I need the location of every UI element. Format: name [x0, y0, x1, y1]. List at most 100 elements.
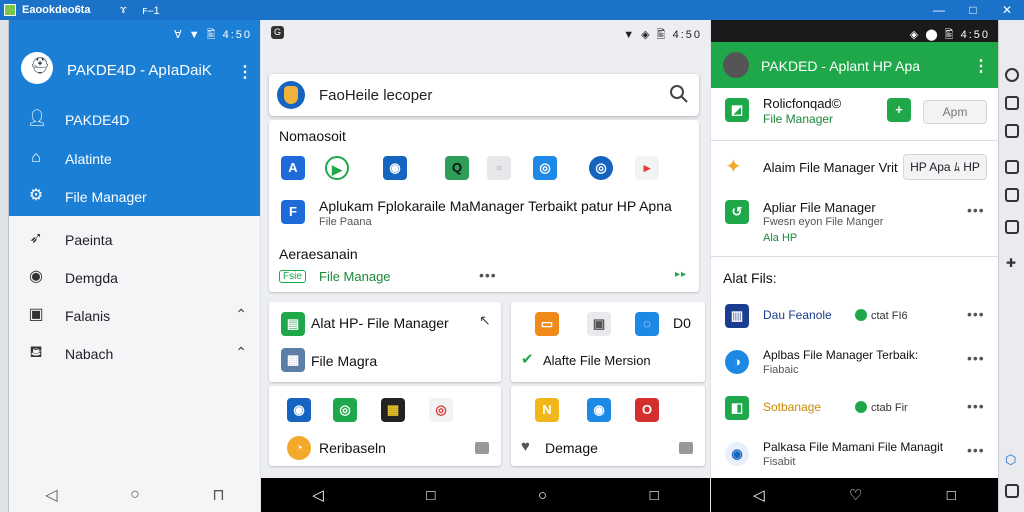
- app-icon[interactable]: ◎: [533, 156, 557, 180]
- search-icon[interactable]: [669, 84, 689, 104]
- section-heading: Nomaosoit: [279, 128, 346, 144]
- item-title: Rolicfonqad©: [763, 96, 842, 111]
- card-reribaseln[interactable]: ◉ ◎ ▦ ◎ ◔ Reribaseln: [269, 386, 501, 466]
- app-icon[interactable]: ◎: [429, 398, 453, 422]
- nav-item-nabach[interactable]: ⛾ Nabach ⌃: [9, 336, 260, 372]
- app-icon[interactable]: Q: [445, 156, 469, 180]
- list-item[interactable]: ◉ Palkasa File Mamani File Managit Fisab…: [711, 434, 998, 478]
- location-icon[interactable]: ⬡: [1005, 452, 1016, 468]
- panel-right: ◈ ⬤ 🖺 4:50 PAKDED - Aplant HP Apa ⋮ ◩ Ro…: [711, 20, 998, 512]
- list-item[interactable]: ↺ Apliar File Manager Fwesn eyon File Ma…: [711, 190, 998, 254]
- camera-icon[interactable]: [1005, 160, 1019, 174]
- nav-label: Paeinta: [65, 232, 113, 248]
- file-manager-link[interactable]: File Manage: [319, 269, 391, 284]
- more-icon[interactable]: •••: [967, 442, 985, 458]
- power-icon[interactable]: [1005, 68, 1019, 82]
- back-button[interactable]: ◁: [312, 486, 324, 504]
- search-bar[interactable]: FaoHeile lecoper: [269, 74, 699, 116]
- more-icon[interactable]: •••: [967, 398, 985, 414]
- expand-icon[interactable]: ↖: [479, 312, 491, 329]
- more-icon[interactable]: •••: [479, 267, 497, 283]
- app-icon[interactable]: ◌: [635, 312, 659, 336]
- chevron-up-icon[interactable]: ⌃: [235, 344, 247, 361]
- pin-icon: ➶: [29, 230, 43, 247]
- item-title: Dau Feanole: [763, 308, 832, 322]
- install-button[interactable]: Apm: [923, 100, 987, 124]
- hp-apa-button[interactable]: HP Apa ﾑ HP: [903, 154, 987, 180]
- recents-button[interactable]: ○: [538, 487, 547, 504]
- list-item[interactable]: ▥ Dau Feanole ctat FI6 •••: [711, 298, 998, 338]
- nav-label: Falanis: [65, 308, 111, 324]
- recents-button[interactable]: □: [947, 487, 956, 504]
- nav-item-file-manager[interactable]: ⚙ File Manager: [9, 179, 260, 215]
- status-bar: G ▼ ◈ 🖺 4:50: [261, 20, 710, 44]
- more-icon[interactable]: •••: [967, 202, 985, 218]
- android-nav-bar: ◁ ○ ⊓: [9, 478, 260, 512]
- chevron-up-icon[interactable]: ⌃: [235, 306, 247, 323]
- nav-item-alat[interactable]: ⌂ Alatinte: [9, 141, 260, 177]
- add-icon[interactable]: ✚: [1006, 256, 1016, 270]
- card-alat-hp[interactable]: ▤ Alat HP- File Manager ↖ ▦ File Magra: [269, 302, 501, 382]
- app-icon[interactable]: ◉: [287, 398, 311, 422]
- more-icon[interactable]: •••: [967, 306, 985, 322]
- app-icon[interactable]: A: [281, 156, 305, 180]
- home-button[interactable]: □: [426, 487, 435, 504]
- app-icon[interactable]: ◎: [333, 398, 357, 422]
- list-item[interactable]: ◧ Sotbanage ctab Fir •••: [711, 390, 998, 430]
- avatar[interactable]: ⛑: [21, 52, 53, 84]
- overview-button[interactable]: □: [650, 487, 659, 504]
- app-logo-icon: [277, 81, 305, 109]
- app-icon[interactable]: ◎: [589, 156, 613, 180]
- settings-icon[interactable]: [1005, 484, 1019, 498]
- back-button[interactable]: ◁: [753, 486, 765, 504]
- camera-icon[interactable]: [679, 442, 693, 454]
- home-button[interactable]: ○: [130, 486, 140, 504]
- app-icon[interactable]: ▸: [635, 156, 659, 180]
- item-title[interactable]: Aplukam Fplokaraile MaManager Terbaikt p…: [319, 198, 672, 214]
- home-button[interactable]: ♡: [849, 486, 862, 504]
- card-demage[interactable]: N ◉ O ♥ Demage: [511, 386, 705, 466]
- more-icon[interactable]: ⋮: [973, 56, 989, 76]
- volume-icon[interactable]: [1005, 96, 1019, 110]
- back-button[interactable]: ◁: [45, 485, 57, 505]
- app-icon[interactable]: ▦: [381, 398, 405, 422]
- nav-item-falanis[interactable]: ▣ Falanis ⌃: [9, 298, 260, 334]
- app-icon[interactable]: ▣: [587, 312, 611, 336]
- app-icon[interactable]: ◉: [587, 398, 611, 422]
- camera-icon[interactable]: [475, 442, 489, 454]
- add-icon[interactable]: +: [887, 98, 911, 122]
- more-icon[interactable]: •••: [967, 350, 985, 366]
- nav-item-demgda[interactable]: ◉ Demgda: [9, 260, 260, 296]
- app-icon[interactable]: ▶: [325, 156, 349, 180]
- title-icon-1[interactable]: ɤ: [120, 4, 127, 16]
- rotate-icon[interactable]: [1005, 124, 1019, 138]
- item-tag: ctat FI6: [855, 309, 908, 322]
- avatar[interactable]: [723, 52, 749, 78]
- zoom-icon[interactable]: [1005, 220, 1019, 234]
- card-alafte[interactable]: ▭ ▣ ◌ D0 ✔ Alafte File Mersion: [511, 302, 705, 382]
- item-title: Alaim File Manager Vrit: [763, 160, 898, 175]
- close-button[interactable]: ✕: [998, 3, 1016, 17]
- more-icon[interactable]: ▸▸: [675, 269, 687, 280]
- square-icon: ▣: [28, 306, 44, 323]
- app-icon[interactable]: O: [635, 398, 659, 422]
- app-icon[interactable]: ◉: [383, 156, 407, 180]
- card-title: Alat HP- File Manager: [311, 315, 449, 331]
- list-item[interactable]: ◩ Rolicfonqad© File Manager + Apm: [711, 90, 998, 140]
- minimize-button[interactable]: —: [930, 3, 948, 17]
- screenshot-icon[interactable]: [1005, 188, 1019, 202]
- recents-button[interactable]: ⊓: [212, 485, 224, 505]
- item-subtitle: Fiabaic: [763, 364, 799, 376]
- nav-item-pakde4d[interactable]: 👤︎ PAKDE4D: [9, 102, 260, 138]
- title-icon-2[interactable]: ꜰ–1: [142, 4, 160, 17]
- item-subtitle: File Manager: [763, 112, 834, 126]
- more-icon[interactable]: ⋮: [237, 62, 253, 82]
- app-icon[interactable]: ▭: [535, 312, 559, 336]
- maximize-button[interactable]: □: [964, 3, 982, 17]
- status-bar: Ɐ ▼ 🖺 4:50: [9, 20, 260, 44]
- app-icon[interactable]: ▫: [487, 156, 511, 180]
- list-item[interactable]: ✦ Alaim File Manager Vrit HP Apa ﾑ HP: [711, 144, 998, 188]
- nav-item-paeinta[interactable]: ➶ Paeinta: [9, 222, 260, 258]
- app-icon[interactable]: N: [535, 398, 559, 422]
- list-item[interactable]: ◑ Aplbas File Manager Terbaik: Fiabaic •…: [711, 342, 998, 386]
